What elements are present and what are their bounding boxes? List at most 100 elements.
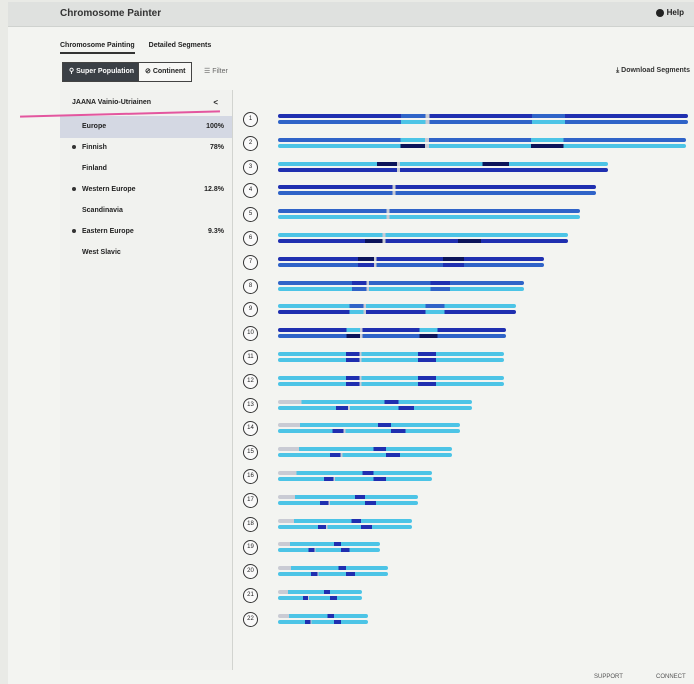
- haplotype-bar[interactable]: [278, 167, 608, 172]
- haplotype-bar[interactable]: [278, 572, 388, 577]
- population-row[interactable]: Finland: [60, 158, 232, 180]
- filter-button[interactable]: ☰ Filter: [204, 67, 228, 75]
- chromosome-number: 14: [243, 421, 258, 437]
- haplotype-bar[interactable]: [278, 405, 472, 410]
- haplotype-bar[interactable]: [278, 304, 516, 309]
- help-button[interactable]: Help: [655, 8, 684, 17]
- haplotype-bar[interactable]: [278, 286, 524, 291]
- population-row[interactable]: Europe 100%: [60, 116, 232, 138]
- haplotype-bar[interactable]: [278, 494, 418, 499]
- haplotype-bar[interactable]: [278, 191, 596, 196]
- haplotype-bar[interactable]: [278, 310, 516, 315]
- population-percent: 12.8%: [204, 186, 224, 193]
- app-title: Chromosome Painter: [60, 8, 162, 19]
- population-row[interactable]: Scandinavia: [60, 200, 232, 222]
- chromosome-number: 9: [243, 302, 258, 318]
- haplotype-bar[interactable]: [278, 423, 460, 428]
- haplotype-bar[interactable]: [278, 375, 504, 380]
- haplotype-bar[interactable]: [278, 566, 388, 571]
- top-bar: Chromosome Painter Help: [8, 2, 694, 27]
- haplotype-bar[interactable]: [278, 280, 524, 285]
- haplotype-bar[interactable]: [278, 500, 418, 505]
- filter-label: Filter: [212, 68, 228, 75]
- population-name: West Slavic: [82, 249, 121, 256]
- haplotype-bar[interactable]: [278, 233, 568, 237]
- tab-detailed-segments[interactable]: Detailed Segments: [149, 42, 212, 52]
- population-row[interactable]: Finnish 78%: [60, 137, 232, 159]
- super-population-button[interactable]: ⚲ Super Population: [62, 62, 142, 82]
- chromosome-number: 6: [243, 231, 258, 246]
- haplotype-bar[interactable]: [278, 381, 504, 386]
- haplotype-bar[interactable]: [278, 239, 568, 243]
- haplotype-bar[interactable]: [278, 185, 596, 190]
- haplotype-bar[interactable]: [278, 596, 362, 600]
- haplotype-bar[interactable]: [278, 328, 506, 333]
- toolbar: ⚲ Super Population ⊘ Continent ☰ Filter …: [62, 62, 694, 82]
- haplotype-bar[interactable]: [278, 477, 432, 481]
- help-label: Help: [666, 8, 684, 17]
- haplotype-bar[interactable]: [278, 524, 412, 529]
- haplotype-bar[interactable]: [278, 334, 506, 339]
- chromosome-number: 8: [243, 278, 258, 294]
- download-label: Download Segments: [621, 67, 690, 74]
- tab-chromosome-painting[interactable]: Chromosome Painting: [60, 42, 135, 54]
- haplotype-bar[interactable]: [278, 548, 380, 553]
- haplotype-bar[interactable]: [278, 352, 504, 356]
- haplotype-bar[interactable]: [278, 114, 688, 118]
- help-icon: [655, 8, 664, 17]
- haplotype-bar[interactable]: [278, 209, 580, 214]
- footer-connect[interactable]: CONNECT: [656, 674, 686, 680]
- globe-icon: ⊘: [145, 68, 153, 75]
- population-dot: [72, 187, 76, 191]
- haplotype-bar[interactable]: [278, 447, 452, 452]
- population-percent: 78%: [209, 144, 224, 151]
- filter-icon: ☰: [204, 68, 213, 75]
- haplotype-bar[interactable]: [278, 161, 608, 166]
- population-sidebar: JAANA Vainio-Utriainen < Europe 100% Finni…: [60, 90, 233, 670]
- haplotype-bar[interactable]: [278, 143, 686, 148]
- haplotype-bar[interactable]: [278, 262, 544, 267]
- footer-support[interactable]: SUPPORT: [594, 674, 623, 680]
- chromosome-number: 16: [243, 469, 258, 484]
- chromosome-number: 19: [243, 540, 258, 556]
- haplotype-bar[interactable]: [278, 256, 544, 261]
- population-row[interactable]: Western Europe 12.8%: [60, 179, 232, 201]
- continent-button[interactable]: ⊘ Continent: [138, 62, 193, 82]
- haplotype-bar[interactable]: [278, 399, 472, 404]
- haplotype-bar[interactable]: [278, 619, 368, 624]
- download-segments-button[interactable]: ⤓ Download Segments: [616, 67, 690, 75]
- haplotype-bar[interactable]: [278, 590, 362, 594]
- continent-label: Continent: [152, 68, 186, 75]
- population-row[interactable]: Eastern Europe 9.3%: [60, 221, 232, 243]
- population-row[interactable]: West Slavic: [60, 242, 232, 264]
- haplotype-bar[interactable]: [278, 358, 504, 362]
- haplotype-bar[interactable]: [278, 215, 580, 220]
- haplotype-bar[interactable]: [278, 471, 432, 475]
- chromosome-painting-area: 1 2 3 4 5 6 7 8 9 10 11 12 13 14 15 16 17 18 19 20 21 22: [236, 90, 694, 670]
- chromosome-number: 5: [243, 207, 258, 223]
- chromosome-number: 21: [243, 588, 258, 603]
- chromosome-number: 11: [243, 350, 258, 365]
- population-dot: [72, 229, 76, 233]
- chromosome-number: 15: [243, 445, 258, 461]
- super-population-label: Super Population: [76, 68, 135, 75]
- haplotype-bar[interactable]: [278, 137, 686, 142]
- chromosome-number: 1: [243, 112, 258, 127]
- haplotype-bar[interactable]: [278, 429, 460, 434]
- haplotype-bar[interactable]: [278, 613, 368, 618]
- haplotype-bar[interactable]: [278, 120, 688, 124]
- chromosome-number: 4: [243, 183, 258, 199]
- chromosome-number: 17: [243, 492, 258, 508]
- chromosome-number: 22: [243, 611, 258, 627]
- population-percent: 9.3%: [208, 228, 224, 235]
- collapse-button[interactable]: <: [213, 98, 218, 107]
- person-name: JAANA Vainio-Utriainen: [72, 99, 152, 106]
- population-name: Finland: [82, 165, 107, 172]
- haplotype-bar[interactable]: [278, 542, 380, 547]
- haplotype-bar[interactable]: [278, 453, 452, 458]
- chromosome-number: 3: [243, 159, 258, 175]
- chromosome-number: 12: [243, 373, 258, 389]
- haplotype-bar[interactable]: [278, 518, 412, 523]
- population-name: Scandinavia: [82, 207, 123, 214]
- population-name: Finnish: [82, 144, 107, 151]
